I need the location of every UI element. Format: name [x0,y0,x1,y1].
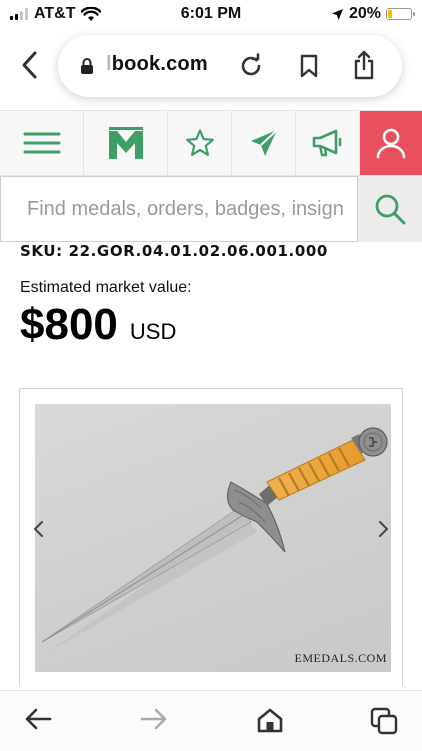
url-text: lbook.com [106,53,208,75]
site-nav [0,110,422,176]
gallery-prev-arrow-icon[interactable] [32,519,46,539]
send-icon [250,129,278,156]
home-icon[interactable] [256,707,284,733]
share-icon[interactable] [352,50,376,80]
megaphone-icon [312,129,341,157]
browser-bar: lbook.com [0,30,422,106]
menu-icon [23,132,60,154]
gallery-next-arrow-icon[interactable] [376,519,390,539]
price-amount: $800 [20,300,118,349]
url-bar[interactable]: lbook.com [58,35,402,97]
battery-icon [386,8,415,20]
search-bar [0,176,422,242]
search-button[interactable] [358,176,422,242]
search-icon [375,194,406,225]
price-currency: USD [129,319,177,344]
star-icon [185,129,214,156]
reload-icon[interactable] [238,53,264,79]
back-arrow-icon[interactable] [24,707,52,731]
user-icon [376,128,406,159]
bookmark-icon[interactable] [298,53,320,79]
location-arrow-icon [331,8,343,20]
browser-toolbar [0,690,422,751]
menu-button[interactable] [0,111,84,175]
watermark-text: EMEDALS.COM [294,651,387,665]
search-input[interactable] [0,176,358,242]
status-bar: AT&T 6:01 PM 20% [0,0,422,30]
account-button[interactable] [360,111,422,175]
favorites-button[interactable] [168,111,232,175]
forward-arrow-icon[interactable] [140,707,168,731]
home-logo-button[interactable] [84,111,168,175]
tabs-icon[interactable] [370,707,398,735]
product-photo: EMEDALS.COM [35,404,391,672]
battery-percent: 20% [348,5,381,22]
contact-button[interactable] [232,111,296,175]
estimated-value-label: Estimated market value: [20,279,192,296]
browser-back-chevron-icon[interactable] [18,50,42,80]
announcements-button[interactable] [296,111,360,175]
sku-text: SKU: 22.GOR.04.01.02.06.001.000 [20,242,328,260]
dagger-image [41,427,388,654]
battery-group: 20% [331,5,415,23]
price-block: $800 USD [20,300,176,350]
lock-icon [81,58,93,74]
product-gallery: EMEDALS.COM [19,388,403,686]
emedals-logo-icon [108,127,143,159]
